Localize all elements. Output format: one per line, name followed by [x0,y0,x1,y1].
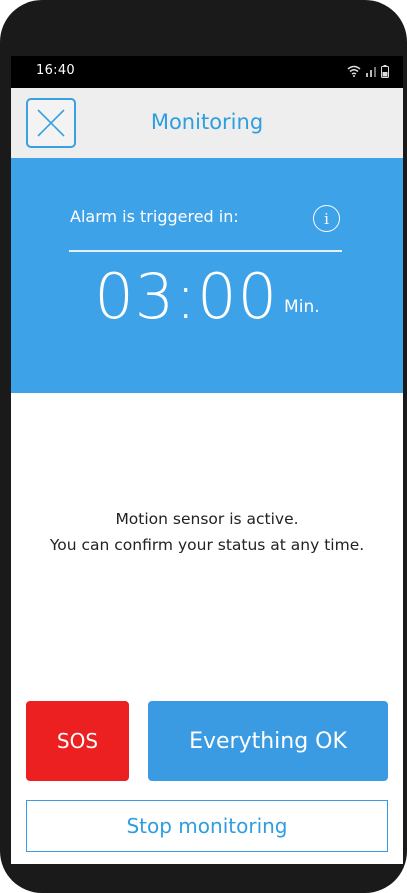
alarm-countdown-banner: Alarm is triggered in: i 03:00 Min. [11,158,403,393]
battery-icon [381,64,389,78]
app-header: Monitoring [11,88,403,158]
alarm-label: Alarm is triggered in: [70,207,239,226]
sos-button[interactable]: SOS [26,701,129,781]
divider [69,250,342,252]
stop-monitoring-button[interactable]: Stop monitoring [26,800,388,852]
signal-icon [366,67,376,77]
countdown-timer: 03:00 Min. [11,266,403,328]
status-message: Motion sensor is active. You can confirm… [11,506,403,558]
timer-value: 03:00 [94,260,279,333]
page-title: Monitoring [150,110,264,134]
everything-ok-button[interactable]: Everything OK [148,701,388,781]
status-time: 16:40 [36,63,75,78]
status-icons [347,63,389,79]
info-icon: i [324,209,329,228]
phone-frame: 16:40 Monitoring Alarm is triggered in: … [0,0,407,893]
app-screen: 16:40 Monitoring Alarm is triggered in: … [11,56,403,864]
wifi-icon [347,65,361,77]
status-message-line2: You can confirm your status at any time. [49,536,365,554]
timer-unit: Min. [284,297,320,317]
status-message-line1: Motion sensor is active. [115,510,299,528]
info-button[interactable]: i [313,205,340,232]
status-bar: 16:40 [11,56,403,88]
